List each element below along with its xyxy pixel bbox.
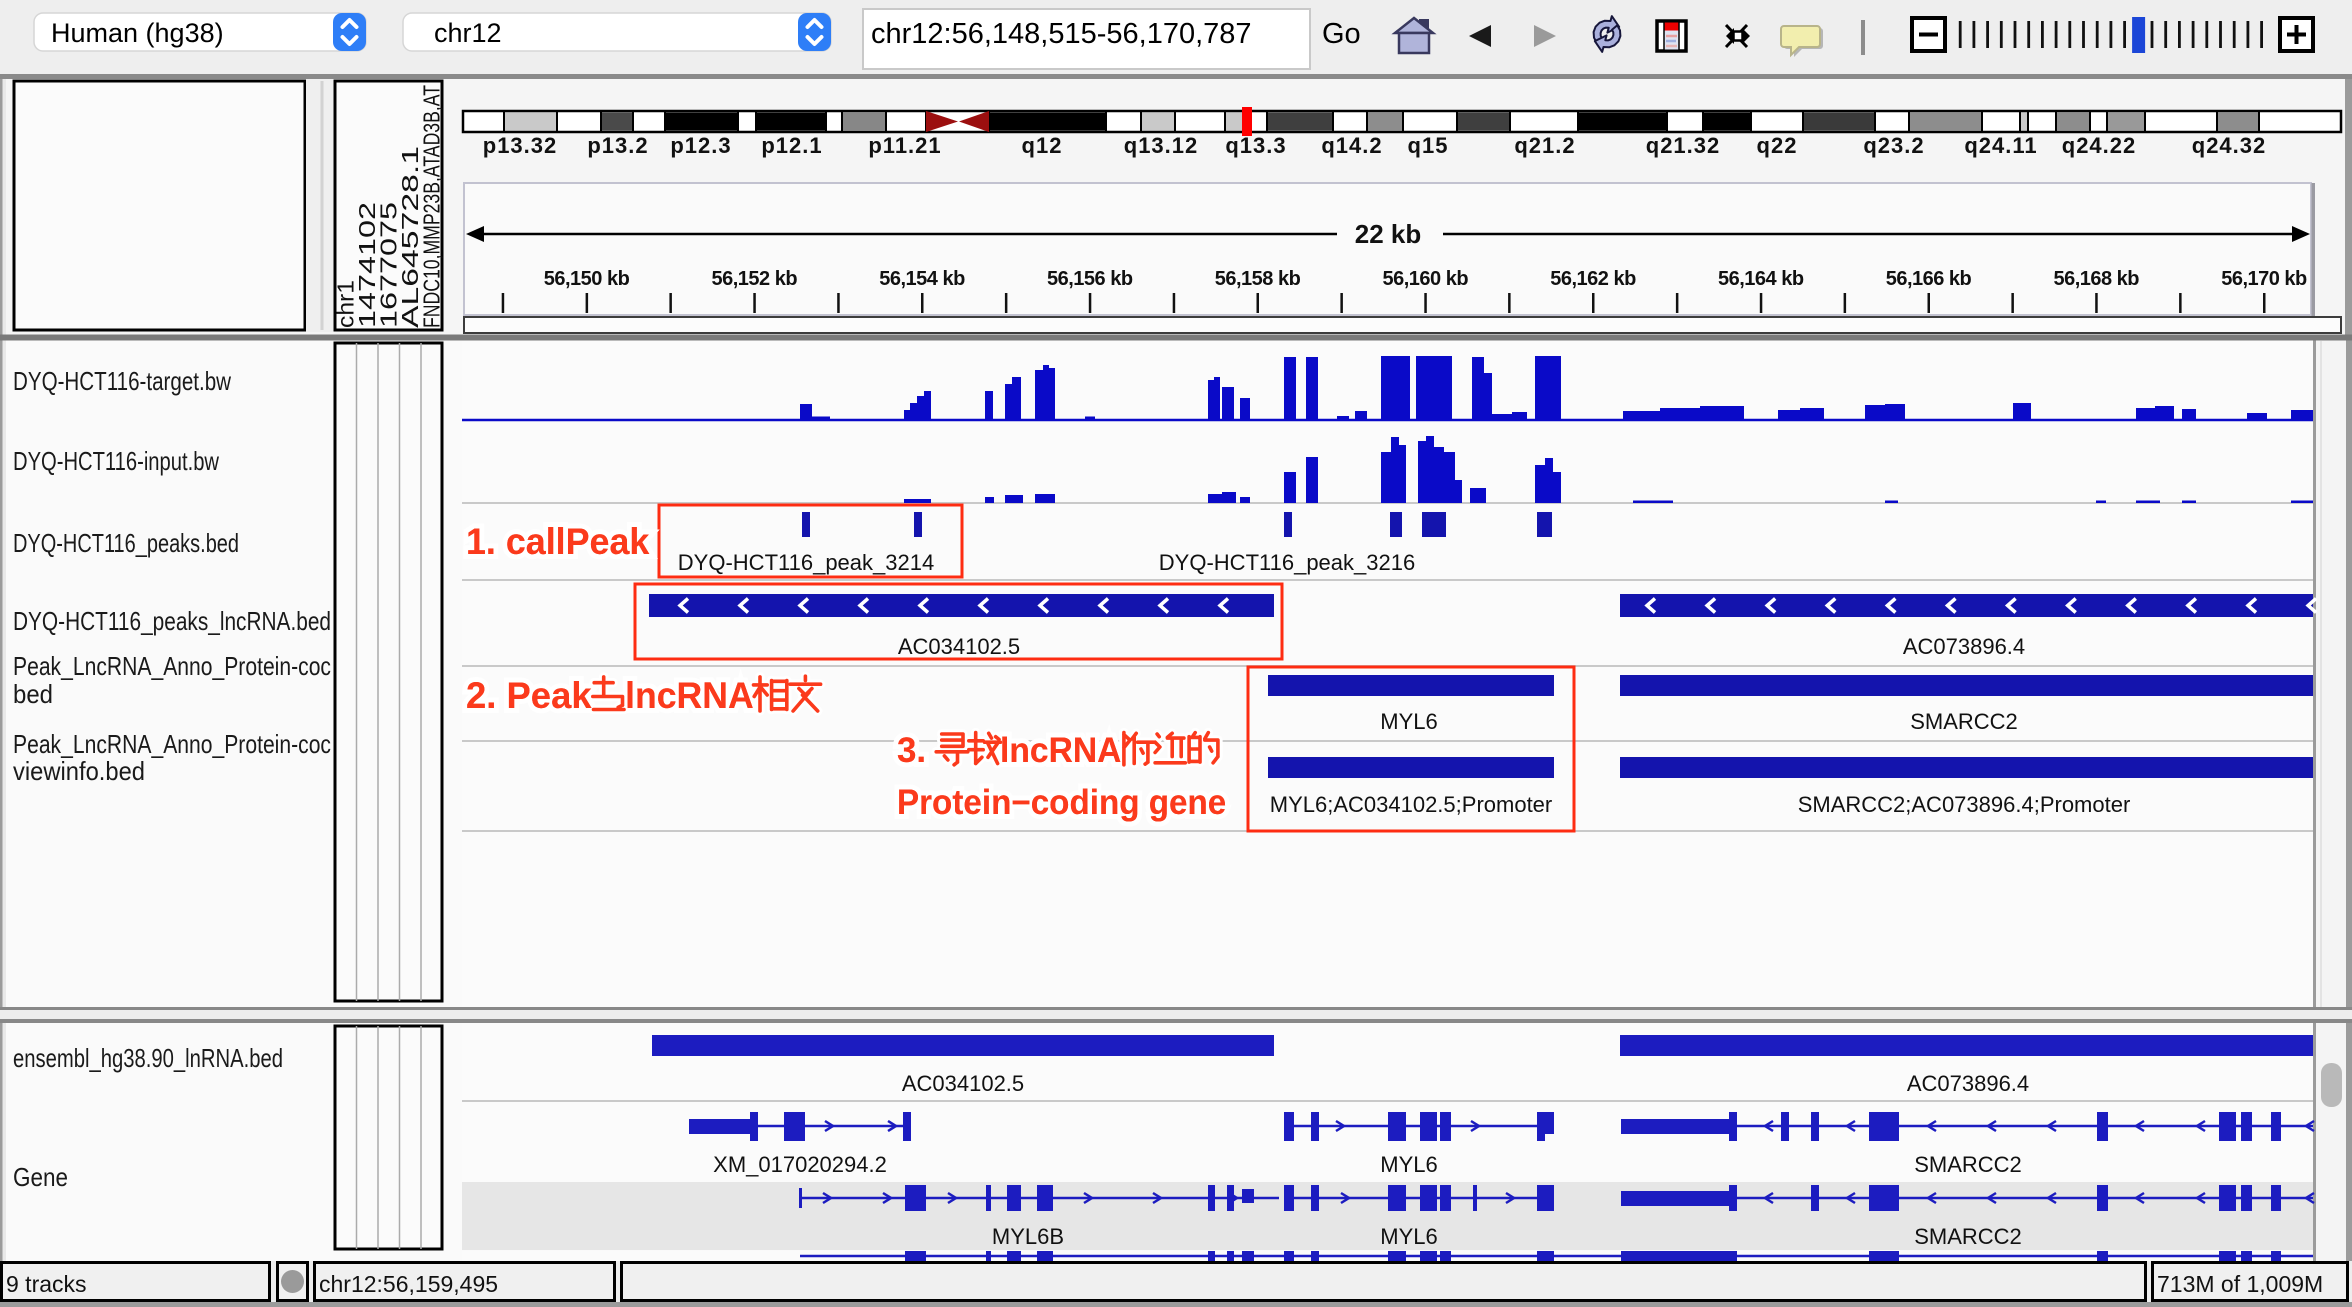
svg-text:Protein−coding gene: Protein−coding gene — [897, 783, 1226, 822]
svg-text:SMARCC2: SMARCC2 — [1914, 1224, 2022, 1249]
svg-text:56,164 kb: 56,164 kb — [1718, 268, 1804, 290]
svg-text:p12.1: p12.1 — [761, 133, 822, 158]
svg-text:lncRNA: lncRNA — [1000, 731, 1121, 770]
svg-text:viewinfo.bed: viewinfo.bed — [13, 756, 145, 786]
svg-text:Gene: Gene — [13, 1162, 68, 1192]
svg-text:56,166 kb: 56,166 kb — [1886, 268, 1972, 290]
svg-text:q21.32: q21.32 — [1646, 133, 1721, 158]
svg-text:56,170 kb: 56,170 kb — [2221, 268, 2307, 290]
svg-text:3.: 3. — [897, 731, 936, 770]
svg-text:DYQ-HCT116_peaks_lncRNA.bed: DYQ-HCT116_peaks_lncRNA.bed — [13, 606, 331, 636]
svg-text:AC034102.5: AC034102.5 — [902, 1071, 1024, 1096]
svg-text:56,152 kb: 56,152 kb — [712, 268, 798, 290]
svg-text:chr12: chr12 — [434, 18, 502, 48]
svg-text:AC034102.5: AC034102.5 — [898, 634, 1020, 659]
svg-text:q24.32: q24.32 — [2192, 133, 2267, 158]
svg-text:SMARCC2: SMARCC2 — [1914, 1152, 2022, 1177]
svg-text:bed: bed — [13, 679, 53, 709]
svg-text:chr12:56,148,515-56,170,787: chr12:56,148,515-56,170,787 — [871, 18, 1252, 50]
svg-text:q21.2: q21.2 — [1514, 133, 1575, 158]
svg-text:Go: Go — [1322, 18, 1361, 50]
svg-text:56,150 kb: 56,150 kb — [544, 268, 630, 290]
svg-text:MYL6: MYL6 — [1380, 1224, 1437, 1249]
svg-text:AC073896.4: AC073896.4 — [1907, 1071, 2029, 1096]
svg-text:56,156 kb: 56,156 kb — [1047, 268, 1133, 290]
svg-text:1. callPeak: 1. callPeak — [466, 521, 650, 562]
svg-text:Peak_LncRNA_Anno_Protein-coc: Peak_LncRNA_Anno_Protein-coc — [13, 651, 331, 681]
svg-text:713M of 1,009M: 713M of 1,009M — [2157, 1271, 2323, 1297]
svg-text:DYQ-HCT116_peak_3214: DYQ-HCT116_peak_3214 — [678, 550, 934, 575]
svg-text:MYL6: MYL6 — [1380, 1152, 1437, 1177]
svg-text:22 kb: 22 kb — [1355, 219, 1422, 249]
svg-text:DYQ-HCT116-input.bw: DYQ-HCT116-input.bw — [13, 446, 219, 476]
svg-text:SMARCC2;AC073896.4;Promoter: SMARCC2;AC073896.4;Promoter — [1798, 792, 2131, 817]
svg-text:q12: q12 — [1022, 133, 1063, 158]
svg-text:FNDC10,MMP23B,ATAD3B,AT: FNDC10,MMP23B,ATAD3B,AT — [419, 85, 445, 328]
svg-text:q13.12: q13.12 — [1124, 133, 1199, 158]
svg-text:AC073896.4: AC073896.4 — [1903, 634, 2025, 659]
svg-text:56,162 kb: 56,162 kb — [1550, 268, 1636, 290]
svg-text:56,158 kb: 56,158 kb — [1215, 268, 1301, 290]
svg-text:q24.22: q24.22 — [2062, 133, 2137, 158]
svg-text:q24.11: q24.11 — [1964, 133, 2037, 158]
svg-text:p12.3: p12.3 — [670, 133, 731, 158]
svg-text:q23.2: q23.2 — [1863, 133, 1924, 158]
svg-text:DYQ-HCT116_peak_3216: DYQ-HCT116_peak_3216 — [1159, 550, 1415, 575]
svg-text:q15: q15 — [1408, 133, 1449, 158]
svg-text:2. Peak: 2. Peak — [466, 675, 592, 716]
svg-text:ensembl_hg38.90_lnRNA.bed: ensembl_hg38.90_lnRNA.bed — [13, 1043, 283, 1073]
svg-text:p13.32: p13.32 — [483, 133, 558, 158]
svg-text:chr12:56,159,495: chr12:56,159,495 — [319, 1271, 498, 1297]
svg-text:q13.3: q13.3 — [1225, 133, 1286, 158]
svg-text:q22: q22 — [1757, 133, 1798, 158]
svg-text:XM_017020294.2: XM_017020294.2 — [713, 1152, 887, 1177]
svg-text:MYL6B: MYL6B — [992, 1224, 1064, 1249]
svg-text:p13.2: p13.2 — [587, 133, 648, 158]
svg-text:MYL6;AC034102.5;Promoter: MYL6;AC034102.5;Promoter — [1270, 792, 1553, 817]
svg-text:DYQ-HCT116_peaks.bed: DYQ-HCT116_peaks.bed — [13, 528, 239, 558]
svg-text:MYL6: MYL6 — [1380, 709, 1437, 734]
svg-text:56,160 kb: 56,160 kb — [1382, 268, 1468, 290]
svg-text:56,168 kb: 56,168 kb — [2053, 268, 2139, 290]
svg-text:lncRNA: lncRNA — [625, 675, 754, 716]
svg-text:56,154 kb: 56,154 kb — [879, 268, 965, 290]
svg-text:Peak_LncRNA_Anno_Protein-coc: Peak_LncRNA_Anno_Protein-coc — [13, 729, 331, 759]
svg-text:DYQ-HCT116-target.bw: DYQ-HCT116-target.bw — [13, 366, 231, 396]
svg-text:SMARCC2: SMARCC2 — [1910, 709, 2018, 734]
svg-text:q14.2: q14.2 — [1321, 133, 1382, 158]
svg-text:p11.21: p11.21 — [868, 133, 941, 158]
svg-text:9 tracks: 9 tracks — [6, 1271, 87, 1297]
svg-text:Human (hg38): Human (hg38) — [51, 18, 224, 48]
